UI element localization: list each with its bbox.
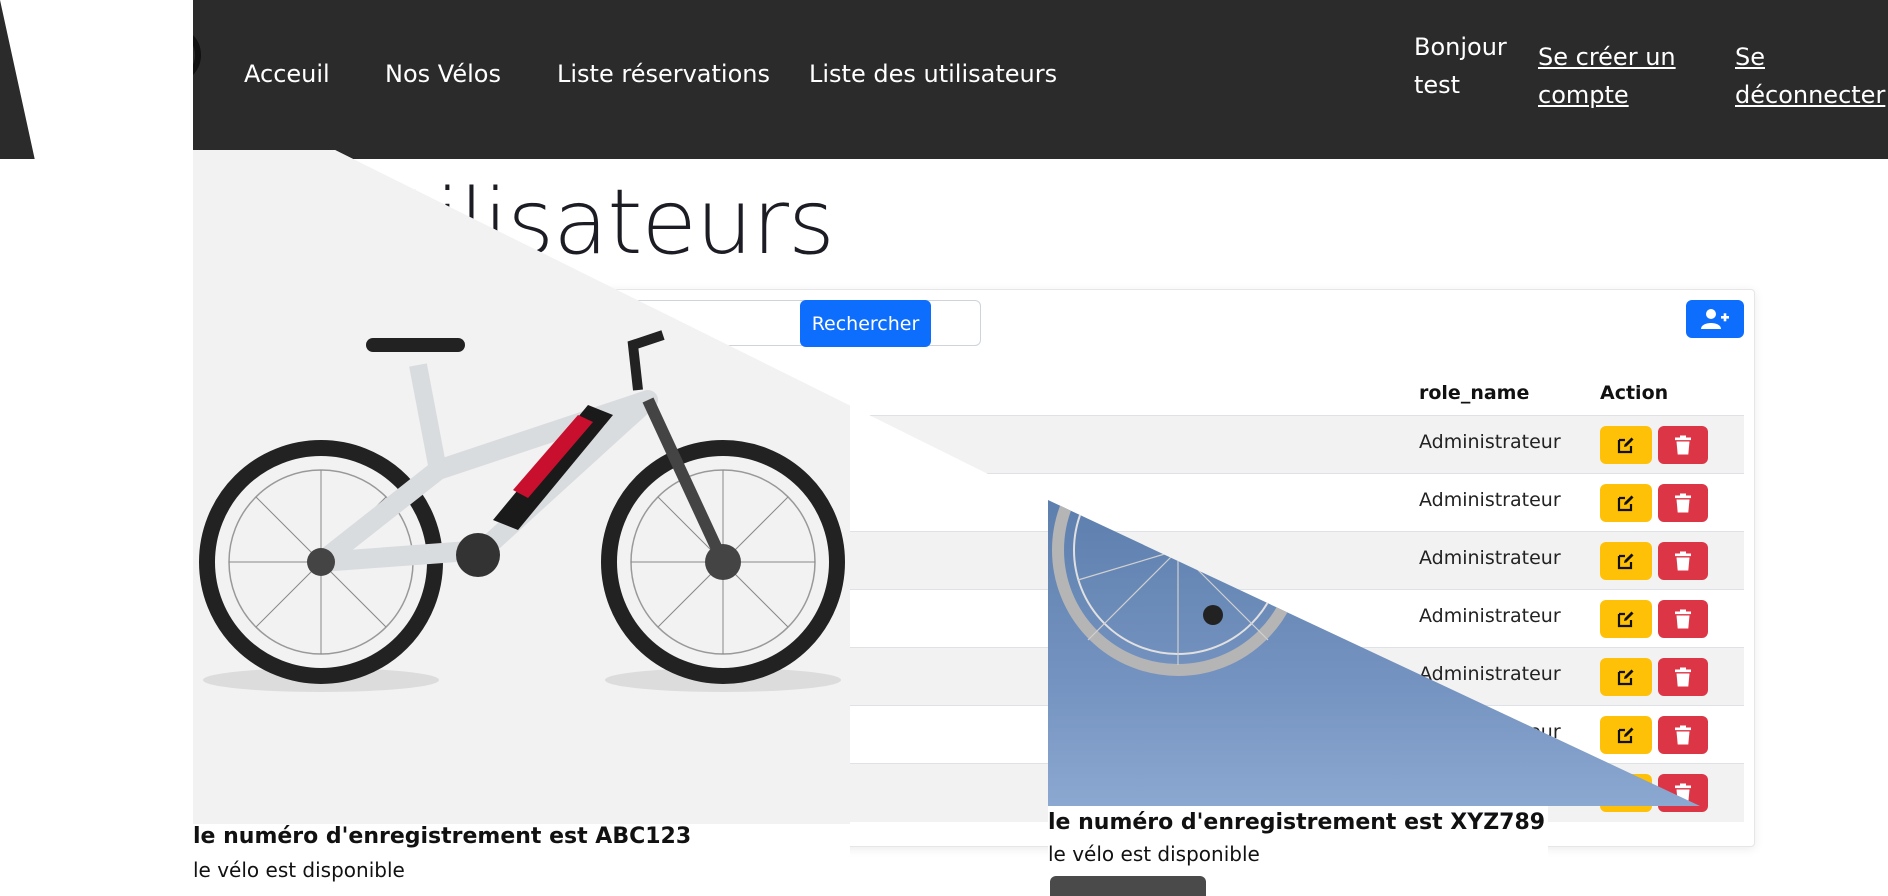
page-title: les utilisateurs bbox=[193, 170, 835, 275]
user-plus-icon bbox=[1701, 309, 1729, 329]
greeting-line2: test bbox=[1414, 71, 1461, 99]
table-row: Administrateur bbox=[204, 415, 1744, 474]
header-role-name: role_name bbox=[1419, 382, 1530, 404]
create-account-line2: compte bbox=[1538, 81, 1629, 109]
edit-icon bbox=[1617, 785, 1634, 802]
delete-button[interactable] bbox=[1658, 716, 1708, 754]
nav-link-liste-utilisateurs[interactable]: Liste des utilisateurs bbox=[809, 60, 1057, 88]
delete-button[interactable] bbox=[1658, 426, 1708, 464]
bicycle-logo-icon[interactable] bbox=[72, 10, 212, 100]
navbar: llie Acceuil Nos Vélos Liste réservation… bbox=[0, 0, 1888, 159]
edit-icon bbox=[1617, 727, 1634, 744]
nav-link-liste-reservations[interactable]: Liste réservations bbox=[557, 60, 770, 88]
table-row: Administrateur bbox=[204, 589, 1744, 648]
edit-button[interactable] bbox=[1600, 542, 1652, 580]
role-cell: Administrateur bbox=[1419, 489, 1561, 511]
edit-button[interactable] bbox=[1600, 774, 1652, 812]
search-button[interactable]: Rechercher bbox=[800, 300, 931, 347]
logout-link[interactable]: Se déconnecter bbox=[1735, 38, 1885, 114]
trash-icon bbox=[1675, 667, 1691, 687]
delete-button[interactable] bbox=[1658, 658, 1708, 696]
edit-icon bbox=[1617, 611, 1634, 628]
trash-icon bbox=[1675, 551, 1691, 571]
header-action: Action bbox=[1600, 382, 1669, 404]
delete-button[interactable] bbox=[1658, 484, 1708, 522]
table-row: Administrateur bbox=[204, 647, 1744, 706]
trash-icon bbox=[1675, 725, 1691, 745]
trash-icon bbox=[1675, 435, 1691, 455]
role-cell: Administrateur bbox=[1419, 431, 1561, 453]
edit-button[interactable] bbox=[1600, 484, 1652, 522]
nav-link-acceuil[interactable]: Acceuil bbox=[244, 60, 330, 88]
bike-caption-xyz789: le numéro d'enregistrement est XYZ789 le… bbox=[1048, 806, 1548, 885]
role-cell: Administrateur bbox=[1419, 663, 1561, 685]
edit-button[interactable] bbox=[1600, 658, 1652, 696]
edit-button[interactable] bbox=[1600, 600, 1652, 638]
delete-button[interactable] bbox=[1658, 774, 1708, 812]
edit-icon bbox=[1617, 553, 1634, 570]
table-row: Administrateur bbox=[204, 531, 1744, 590]
edit-icon bbox=[1617, 669, 1634, 686]
users-card: Rechercher role_name Action Administrate… bbox=[193, 289, 1755, 847]
bike-caption-title-xyz789: le numéro d'enregistrement est XYZ789 bbox=[1048, 810, 1546, 835]
add-user-button[interactable] bbox=[1686, 300, 1744, 338]
bike-caption-status-xyz789: le vélo est disponible bbox=[1048, 842, 1260, 866]
bike-caption-status-abc123: le vélo est disponible bbox=[193, 858, 405, 882]
edit-icon bbox=[1617, 495, 1634, 512]
trash-icon bbox=[1675, 783, 1691, 803]
edit-button[interactable] bbox=[1600, 716, 1652, 754]
nav-link-nos-velos[interactable]: Nos Vélos bbox=[385, 60, 501, 88]
delete-button[interactable] bbox=[1658, 542, 1708, 580]
create-account-link[interactable]: Se créer un compte bbox=[1538, 38, 1676, 114]
bike-action-button-xyz789[interactable] bbox=[1050, 876, 1206, 896]
greeting: Bonjour test bbox=[1414, 28, 1507, 104]
delete-button[interactable] bbox=[1658, 600, 1708, 638]
table-row: Administrateur bbox=[204, 705, 1744, 764]
edit-button[interactable] bbox=[1600, 426, 1652, 464]
role-cell: Administrateur bbox=[1419, 779, 1561, 801]
greeting-line1: Bonjour bbox=[1414, 33, 1507, 61]
logout-line2: déconnecter bbox=[1735, 81, 1886, 109]
role-cell: Administrateur bbox=[1419, 605, 1561, 627]
trash-icon bbox=[1675, 609, 1691, 629]
role-cell: Administrateur bbox=[1419, 721, 1561, 743]
brand-text: llie bbox=[150, 70, 182, 95]
table-row: Administrateur bbox=[204, 473, 1744, 532]
create-account-line1: Se créer un bbox=[1538, 43, 1676, 71]
edit-icon bbox=[1617, 437, 1634, 454]
trash-icon bbox=[1675, 493, 1691, 513]
logout-line1: Se bbox=[1735, 43, 1765, 71]
role-cell: Administrateur bbox=[1419, 547, 1561, 569]
